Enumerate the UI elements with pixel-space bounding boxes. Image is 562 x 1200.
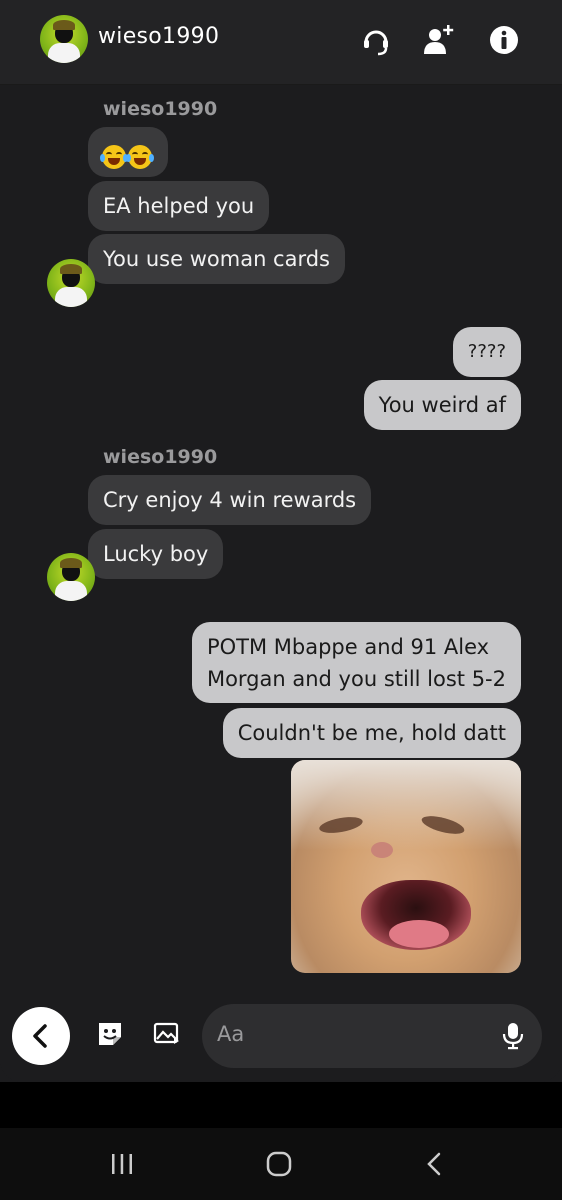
message-input-placeholder: Aa: [217, 1022, 245, 1046]
image-attachment[interactable]: [291, 760, 521, 973]
sticker-icon[interactable]: [95, 1019, 125, 1049]
sender-avatar[interactable]: [47, 553, 95, 601]
info-icon[interactable]: [486, 22, 522, 58]
sender-name: wieso1990: [103, 98, 218, 120]
message-input[interactable]: Aa: [202, 1004, 542, 1068]
message-bubble[interactable]: POTM Mbappe and 91 Alex Morgan and you s…: [191, 622, 521, 703]
message-composer: Aa: [0, 995, 562, 1082]
message-line: POTM Mbappe and 91 Alex: [206, 635, 490, 659]
contact-avatar[interactable]: [40, 15, 88, 63]
headset-icon[interactable]: [358, 22, 394, 58]
message-bubble[interactable]: You use woman cards: [88, 234, 346, 284]
message-thread[interactable]: wieso1990 EA helped you You use woman ca…: [0, 85, 562, 995]
message-bubble[interactable]: Lucky boy: [88, 529, 224, 579]
system-navigation-bar: [0, 1128, 562, 1200]
message-bubble[interactable]: Couldn't be me, hold datt: [222, 708, 521, 758]
laughing-emoji-icon: [100, 145, 128, 169]
sender-name: wieso1990: [103, 446, 218, 468]
sender-avatar[interactable]: [47, 259, 95, 307]
message-bubble[interactable]: ????: [452, 327, 521, 377]
message-bubble[interactable]: You weird af: [363, 380, 521, 430]
laughing-emoji-icon: [126, 145, 154, 169]
chat-header: wieso1990: [0, 0, 562, 85]
chevron-left-icon: [33, 1024, 47, 1048]
message-line: Morgan and you still lost 5-2: [206, 667, 506, 691]
home-icon[interactable]: [265, 1150, 293, 1178]
microphone-icon[interactable]: [502, 1021, 524, 1051]
add-user-icon[interactable]: [420, 22, 456, 58]
message-bubble[interactable]: Cry enjoy 4 win rewards: [88, 475, 372, 525]
back-nav-icon[interactable]: [422, 1150, 450, 1178]
keyboard-gap: [0, 1082, 562, 1128]
recent-apps-icon[interactable]: [108, 1150, 136, 1178]
message-bubble-emoji[interactable]: [88, 127, 168, 177]
gallery-icon[interactable]: [152, 1019, 182, 1049]
message-bubble[interactable]: EA helped you: [88, 181, 270, 231]
contact-username[interactable]: wieso1990: [98, 24, 219, 49]
back-button[interactable]: [12, 1007, 70, 1065]
